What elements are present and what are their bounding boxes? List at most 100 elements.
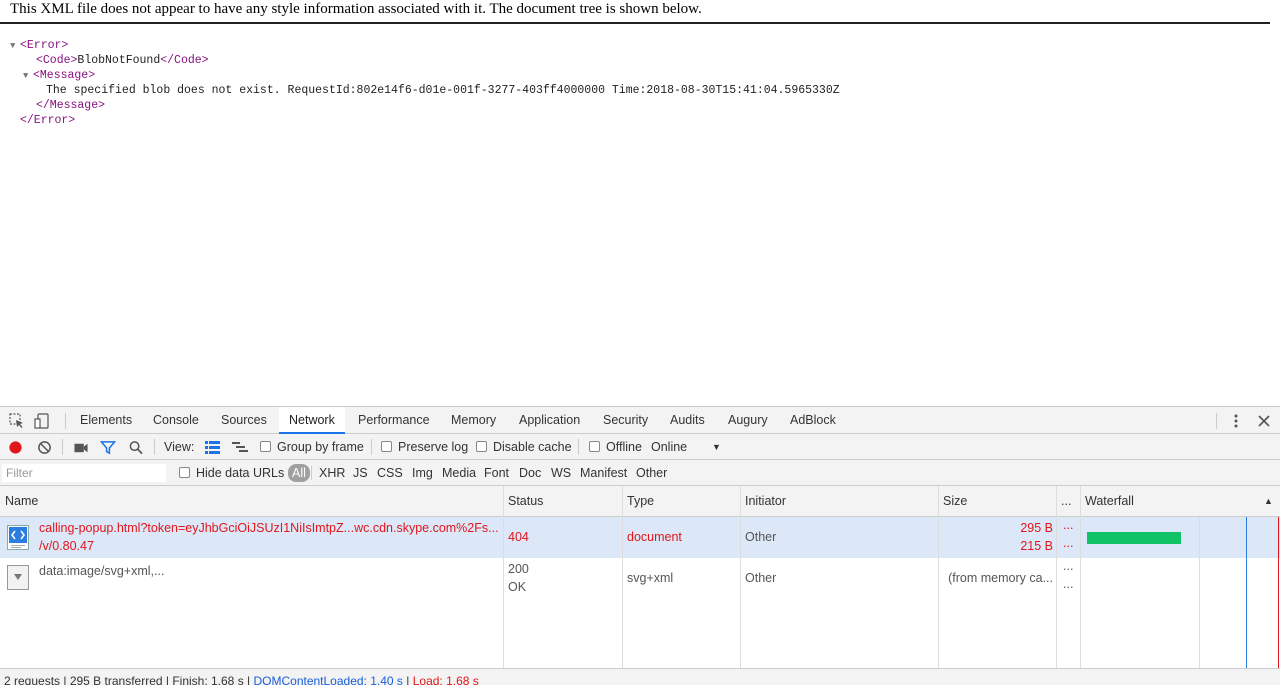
filter-type-js[interactable]: JS (350, 464, 371, 482)
throttling-select[interactable]: Online ▼ (651, 434, 726, 460)
divider (1216, 413, 1217, 429)
checkbox-box[interactable] (381, 441, 392, 452)
filter-type-font[interactable]: Font (481, 464, 512, 482)
hide-data-urls-label: Hide data URLs (196, 466, 285, 480)
throttling-value: Online (651, 440, 688, 454)
filter-type-other[interactable]: Other (633, 464, 670, 482)
tab-console[interactable]: Console (143, 407, 209, 434)
column-header-name[interactable]: Name (0, 486, 38, 517)
group-by-frame-checkbox[interactable]: Group by frame (260, 434, 364, 460)
column-header-status[interactable]: Status (503, 486, 543, 517)
column-header-type[interactable]: Type (622, 486, 654, 517)
devtools-tab-bar: Elements Console Sources Network Perform… (0, 407, 1280, 434)
column-divider[interactable] (938, 486, 939, 668)
dropdown-arrow-icon[interactable]: ▼ (712, 434, 721, 460)
preserve-log-label: Preserve log (398, 440, 469, 454)
filter-type-manifest[interactable]: Manifest (577, 464, 630, 482)
image-document-icon (7, 565, 29, 590)
device-toolbar-icon[interactable] (34, 413, 50, 429)
tab-sources[interactable]: Sources (211, 407, 277, 434)
filter-type-css[interactable]: CSS (374, 464, 406, 482)
tab-audits[interactable]: Audits (660, 407, 715, 434)
column-header-size[interactable]: Size (938, 486, 967, 517)
inspect-element-icon[interactable] (9, 413, 25, 429)
request-status: 404 (508, 530, 529, 544)
xml-message-close-line: </Message> (10, 98, 840, 113)
tab-performance[interactable]: Performance (348, 407, 440, 434)
request-name: calling-popup.html?token=eyJhbGciOiJSUzI… (39, 521, 499, 535)
preserve-log-checkbox[interactable]: Preserve log (381, 434, 468, 460)
tab-elements[interactable]: Elements (70, 407, 142, 434)
code-close-tag: </Code> (160, 54, 209, 67)
filter-type-xhr[interactable]: XHR (316, 464, 348, 482)
waterfall-bar[interactable] (1087, 532, 1181, 544)
tab-augury[interactable]: Augury (718, 407, 778, 434)
xml-document-tree: ▼ <Error> <Code>BlobNotFound</Code> ▼ <Mes… (10, 38, 840, 128)
request-name: data:image/svg+xml,... (39, 564, 165, 578)
checkbox-box[interactable] (179, 467, 190, 478)
clear-icon[interactable] (37, 440, 52, 455)
request-status-text: OK (508, 580, 527, 594)
column-header-waterfall[interactable]: Waterfall (1080, 486, 1134, 517)
tab-security[interactable]: Security (593, 407, 658, 434)
column-divider[interactable] (622, 486, 623, 668)
tab-application[interactable]: Application (509, 407, 590, 434)
xml-style-notice: This XML file does not appear to have an… (0, 0, 1270, 24)
column-header-initiator[interactable]: Initiator (740, 486, 786, 517)
network-filter-bar: Hide data URLs All XHR JS CSS Img Media … (0, 460, 1280, 486)
network-toolbar: View: Group by frame Preserve log Disabl… (0, 434, 1280, 460)
checkbox-box[interactable] (589, 441, 600, 452)
xml-message-open-line[interactable]: ▼ <Message> (10, 68, 840, 83)
xml-error-open-line[interactable]: ▼ <Error> (10, 38, 840, 53)
request-type: svg+xml (627, 571, 674, 585)
column-divider[interactable] (503, 486, 504, 668)
request-more-2: ... (1063, 577, 1074, 591)
collapse-triangle-icon[interactable]: ▼ (10, 39, 20, 54)
kebab-menu-icon[interactable] (1228, 413, 1244, 429)
filter-type-ws[interactable]: WS (548, 464, 574, 482)
filter-type-doc[interactable]: Doc (516, 464, 544, 482)
status-summary: 2 requests | 295 B transferred | Finish:… (4, 674, 254, 685)
devtools-panel: Elements Console Sources Network Perform… (0, 406, 1280, 685)
column-header-more[interactable]: ... (1056, 486, 1071, 517)
request-more: ... (1063, 518, 1074, 532)
request-size-content: 215 B (1020, 539, 1053, 553)
request-initiator: Other (745, 530, 777, 544)
table-row[interactable]: calling-popup.html?token=eyJhbGciOiJSUzI… (0, 517, 1280, 558)
code-value: BlobNotFound (77, 54, 161, 67)
tab-adblock[interactable]: AdBlock (780, 407, 846, 434)
tab-memory[interactable]: Memory (441, 407, 506, 434)
close-icon[interactable] (1256, 413, 1272, 429)
checkbox-box[interactable] (476, 441, 487, 452)
request-type: document (627, 530, 682, 544)
error-open-tag: <Error> (20, 39, 69, 52)
table-row[interactable]: data:image/svg+xml,... 200 OK svg+xml Ot… (0, 558, 1280, 668)
search-icon[interactable] (128, 440, 144, 455)
load-time: Load: 1.68 s (412, 674, 479, 685)
disable-cache-checkbox[interactable]: Disable cache (476, 434, 572, 460)
offline-checkbox[interactable]: Offline (589, 434, 642, 460)
sort-ascending-icon[interactable]: ▲ (1259, 486, 1273, 517)
divider (578, 439, 579, 455)
tab-network[interactable]: Network (279, 407, 345, 434)
filter-funnel-icon[interactable] (100, 440, 116, 455)
large-rows-icon[interactable] (205, 441, 220, 454)
dom-content-loaded-time: DOMContentLoaded: 1.40 s (253, 674, 403, 685)
divider (154, 439, 155, 455)
column-divider[interactable] (1056, 486, 1057, 668)
request-size: (from memory ca... (948, 571, 1053, 585)
status-separator: | (402, 674, 413, 685)
hide-data-urls-checkbox[interactable]: Hide data URLs (179, 460, 284, 486)
column-divider[interactable] (740, 486, 741, 668)
record-icon[interactable] (8, 440, 23, 455)
overview-icon[interactable] (232, 441, 248, 454)
checkbox-box[interactable] (260, 441, 271, 452)
filter-input[interactable] (2, 464, 166, 482)
column-divider[interactable] (1080, 486, 1081, 668)
camera-icon[interactable] (73, 440, 89, 455)
filter-type-img[interactable]: Img (409, 464, 436, 482)
filter-type-all[interactable]: All (288, 464, 310, 482)
message-open-tag: <Message> (33, 69, 96, 82)
collapse-triangle-icon[interactable]: ▼ (23, 69, 33, 84)
filter-type-media[interactable]: Media (439, 464, 479, 482)
